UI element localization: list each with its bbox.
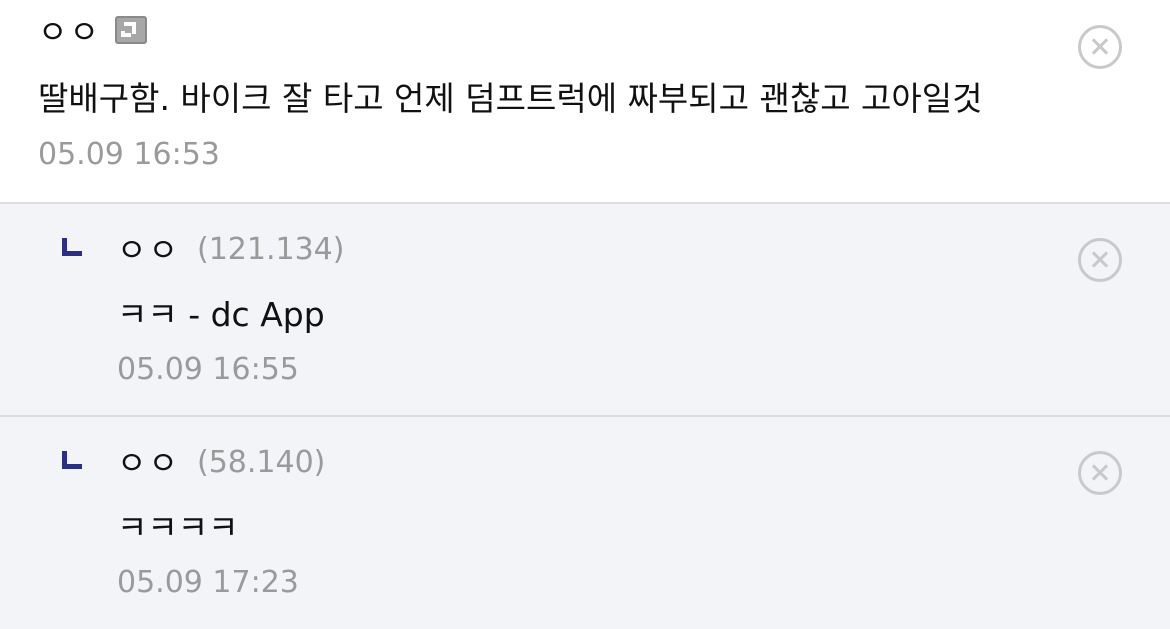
reply-ip: (58.140) [197, 445, 326, 480]
reply-item: ㅇㅇ (121.134) ㅋㅋ - dc App 05.09 16:55 [0, 202, 1170, 415]
comment-main: ㅇㅇ 딸배구함. 바이크 잘 타고 언제 덤프트럭에 짜부되고 괜찮고 고아일것… [0, 0, 1170, 202]
reply-date: 05.09 17:23 [117, 565, 299, 600]
comment-date: 05.09 16:53 [38, 137, 220, 172]
reply-author[interactable]: ㅇㅇ [117, 234, 180, 266]
reply-author[interactable]: ㅇㅇ [117, 447, 180, 479]
reply-arrow-icon [62, 451, 82, 469]
close-circle-icon[interactable] [1078, 451, 1122, 495]
reply-arrow-icon [62, 238, 82, 256]
fixed-nick-icon [115, 16, 147, 44]
reply-body: ㅋㅋ - dc App [117, 295, 325, 334]
reply-body: ㅋㅋㅋㅋ [117, 508, 239, 547]
comment-author[interactable]: ㅇㅇ [38, 16, 101, 48]
close-circle-icon[interactable] [1078, 238, 1122, 282]
reply-ip: (121.134) [197, 232, 345, 267]
reply-date: 05.09 16:55 [117, 352, 299, 387]
close-circle-icon[interactable] [1078, 25, 1122, 69]
comment-body: 딸배구함. 바이크 잘 타고 언제 덤프트럭에 짜부되고 괜찮고 고아일것 [38, 79, 983, 118]
reply-item: ㅇㅇ (58.140) ㅋㅋㅋㅋ 05.09 17:23 [0, 415, 1170, 629]
